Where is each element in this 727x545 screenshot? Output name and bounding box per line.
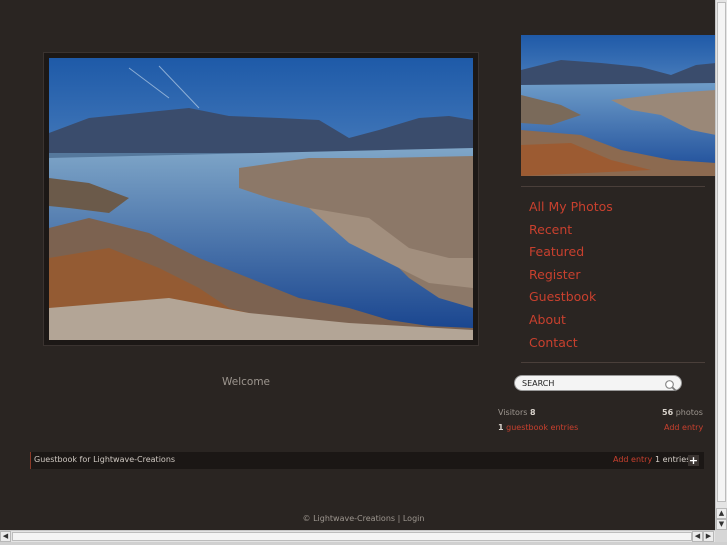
scroll-left-button[interactable]: ◀ bbox=[0, 531, 11, 542]
footer-separator: | bbox=[397, 514, 401, 523]
vertical-scrollbar[interactable]: ▲ ▼ bbox=[715, 0, 727, 530]
nav-item-about[interactable]: About bbox=[529, 311, 613, 334]
magnifier-icon[interactable] bbox=[664, 377, 677, 392]
login-link[interactable]: Login bbox=[403, 514, 425, 523]
horizontal-scrollbar[interactable]: ◀ ◀ ▶ bbox=[0, 530, 715, 542]
photos-label: photos bbox=[675, 408, 703, 417]
main-nav: All My Photos Recent Featured Register G… bbox=[529, 198, 613, 356]
copyright-text: © Lightwave-Creations bbox=[302, 514, 396, 523]
vertical-scroll-thumb[interactable] bbox=[717, 2, 726, 502]
scroll-right-button[interactable]: ▶ bbox=[703, 531, 714, 542]
guestbook-entries-count: 1 bbox=[498, 423, 504, 432]
search-box bbox=[514, 375, 682, 392]
photos-count: 56 bbox=[662, 408, 674, 417]
nav-item-contact[interactable]: Contact bbox=[529, 334, 613, 357]
divider bbox=[521, 186, 705, 187]
scroll-up-button[interactable]: ▲ bbox=[716, 508, 727, 519]
welcome-heading: Welcome bbox=[221, 376, 271, 388]
guestbook-entries-link[interactable]: guestbook entries bbox=[506, 423, 578, 432]
divider bbox=[521, 362, 705, 363]
search-input[interactable] bbox=[522, 377, 662, 389]
guestbook-count-label: entries bbox=[662, 455, 691, 464]
visitors-stat: Visitors 8 bbox=[498, 408, 536, 417]
scrollbar-corner bbox=[715, 530, 727, 542]
add-entry-link[interactable]: Add entry bbox=[664, 423, 703, 432]
nav-item-featured[interactable]: Featured bbox=[529, 243, 613, 266]
guestbook-entry-count: 1 entries bbox=[655, 455, 690, 464]
plus-icon[interactable]: + bbox=[688, 455, 699, 466]
nav-item-all-my-photos[interactable]: All My Photos bbox=[529, 198, 613, 221]
guestbook-add-entry-link[interactable]: Add entry bbox=[613, 455, 652, 464]
visitors-label: Visitors bbox=[498, 408, 528, 417]
guestbook-count-value: 1 bbox=[655, 455, 661, 464]
thumbnail-photo[interactable] bbox=[521, 35, 716, 176]
guestbook-bar: Guestbook for Lightwave-Creations Add en… bbox=[30, 452, 704, 469]
guestbook-entries-stat[interactable]: 1 guestbook entries bbox=[498, 423, 578, 432]
horizontal-scroll-thumb[interactable] bbox=[12, 532, 692, 541]
footer: © Lightwave-Creations | Login bbox=[0, 514, 727, 523]
scroll-down-button[interactable]: ▼ bbox=[716, 519, 727, 530]
nav-item-guestbook[interactable]: Guestbook bbox=[529, 288, 613, 311]
scroll-left-button-2[interactable]: ◀ bbox=[692, 531, 703, 542]
visitors-count: 8 bbox=[529, 408, 536, 417]
nav-item-register[interactable]: Register bbox=[529, 266, 613, 289]
guestbook-title[interactable]: Guestbook for Lightwave-Creations bbox=[34, 455, 175, 464]
photos-stat: 56 photos bbox=[662, 408, 703, 417]
nav-item-recent[interactable]: Recent bbox=[529, 221, 613, 244]
featured-photo[interactable] bbox=[49, 58, 473, 340]
